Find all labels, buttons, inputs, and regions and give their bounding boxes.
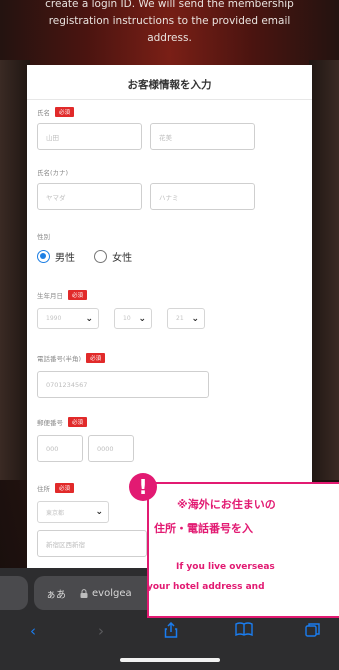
back-arrow-icon[interactable]: ‹ — [30, 622, 36, 640]
phone-label: 電話番号(半角) — [37, 355, 82, 363]
first-name-kana-input[interactable]: ハナミ — [150, 183, 255, 210]
lock-icon — [80, 588, 88, 598]
required-badge: 必須 — [68, 290, 88, 300]
exclamation-icon: ! — [129, 473, 157, 501]
address-label: 住所 — [37, 485, 50, 493]
previous-tab-pill[interactable] — [0, 576, 28, 610]
form-title: お客様情報を入力 — [27, 65, 312, 100]
chevron-down-icon: ⌄ — [138, 313, 146, 324]
forward-arrow-icon[interactable]: › — [98, 622, 104, 640]
required-badge: 必須 — [55, 107, 75, 117]
chevron-down-icon: ⌄ — [85, 313, 93, 324]
share-icon[interactable] — [164, 621, 178, 642]
required-badge: 必須 — [68, 417, 88, 427]
prefecture-select[interactable]: 東京都 ⌄ — [37, 501, 109, 523]
birth-year-value: 1990 — [46, 315, 62, 322]
zip-field-group: 郵便番号 必須 000 0000 — [37, 417, 302, 462]
birth-day-select[interactable]: 21 ⌄ — [167, 308, 205, 329]
chevron-down-icon: ⌄ — [191, 313, 199, 324]
gender-label: 性別 — [37, 233, 50, 241]
reader-options-button[interactable]: ぁあ — [46, 586, 66, 601]
gender-radio-female[interactable]: 女性 — [94, 249, 132, 264]
gender-field-group: 性別 男性 女性 — [37, 231, 302, 267]
zip-label: 郵便番号 — [37, 419, 63, 427]
birthdate-label: 生年月日 — [37, 292, 63, 300]
chevron-down-icon: ⌄ — [95, 507, 103, 517]
intro-line-2: registration instructions to the provide… — [48, 15, 291, 27]
phone-field-group: 電話番号(半角) 必須 0701234567 — [37, 353, 302, 398]
background-side-left — [0, 60, 30, 480]
zip-first-input[interactable]: 000 — [37, 435, 83, 462]
notice-jp-line-1: ※海外にお住まいの — [177, 498, 276, 511]
required-badge: 必須 — [55, 483, 75, 493]
tabs-icon[interactable] — [305, 622, 321, 642]
notice-en-line-2: your hotel address and — [147, 582, 265, 592]
birth-day-value: 21 — [176, 315, 184, 322]
city-input[interactable]: 新宿区西新宿 — [37, 530, 147, 557]
intro-line-3: address. — [147, 32, 192, 44]
radio-unselected-icon — [94, 250, 108, 263]
gender-radio-male[interactable]: 男性 — [37, 249, 75, 264]
overseas-notice-box: ※海外にお住まいの 住所・電話番号を入 If you live overseas… — [147, 482, 339, 618]
required-badge: 必須 — [86, 353, 106, 363]
birth-month-select[interactable]: 10 ⌄ — [114, 308, 152, 329]
birth-year-select[interactable]: 1990 ⌄ — [37, 308, 99, 329]
notice-en-line-1: If you live overseas — [176, 562, 275, 572]
gender-option-female: 女性 — [112, 253, 133, 264]
kana-field-group: 氏名(カナ) ヤマダ ハナミ — [37, 167, 302, 210]
notice-jp-line-2: 住所・電話番号を入 — [154, 522, 253, 535]
last-name-input[interactable]: 山田 — [37, 123, 142, 150]
bookmarks-icon[interactable] — [235, 622, 253, 640]
url-text: evolgea — [92, 587, 132, 599]
birth-month-value: 10 — [123, 315, 131, 322]
last-name-kana-input[interactable]: ヤマダ — [37, 183, 142, 210]
intro-text: create a login ID. We will send the memb… — [20, 0, 319, 47]
zip-second-input[interactable]: 0000 — [88, 435, 134, 462]
kana-label: 氏名(カナ) — [37, 169, 69, 177]
name-field-group: 氏名 必須 山田 花美 — [37, 107, 302, 150]
home-indicator — [120, 658, 220, 662]
phone-input[interactable]: 0701234567 — [37, 371, 209, 398]
first-name-input[interactable]: 花美 — [150, 123, 255, 150]
birthdate-field-group: 生年月日 必須 1990 ⌄ 10 ⌄ 21 ⌄ — [37, 290, 302, 329]
radio-selected-icon — [37, 250, 50, 263]
background-side-right — [309, 60, 339, 480]
gender-option-male: 男性 — [55, 253, 75, 264]
browser-toolbar: ‹ › — [0, 620, 339, 670]
name-label: 氏名 — [37, 109, 50, 117]
prefecture-value: 東京都 — [46, 509, 65, 517]
intro-line-1: create a login ID. We will send the memb… — [45, 0, 294, 10]
